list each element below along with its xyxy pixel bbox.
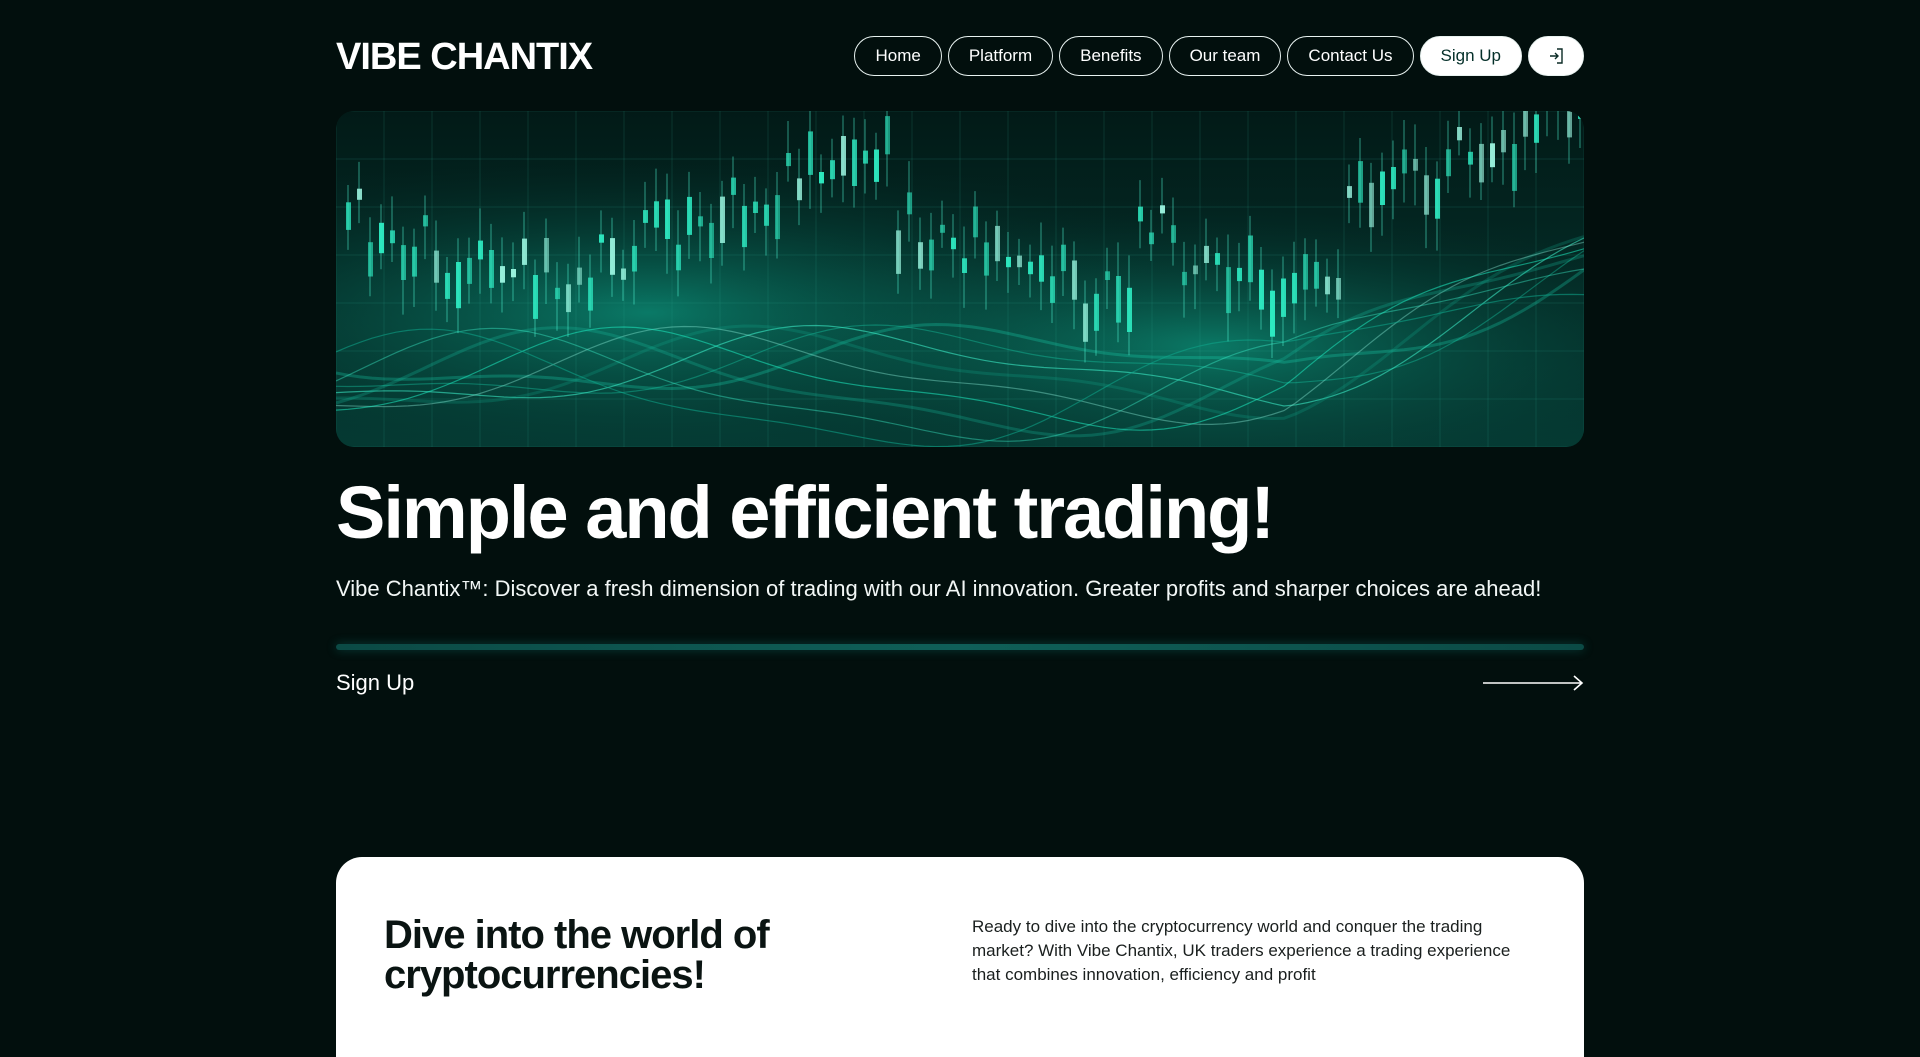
hero-title: Simple and efficient trading! bbox=[336, 471, 1275, 554]
nav-signup-button[interactable]: Sign Up bbox=[1419, 36, 1522, 76]
nav-contact-us[interactable]: Contact Us bbox=[1287, 36, 1414, 76]
nav-home[interactable]: Home bbox=[854, 36, 942, 76]
hero-image bbox=[336, 111, 1584, 447]
brand-logo[interactable]: VIBE CHANTIX bbox=[336, 36, 593, 78]
arrow-right-icon bbox=[1483, 675, 1584, 691]
login-icon bbox=[1550, 48, 1563, 64]
trading-chart-illustration bbox=[336, 111, 1584, 447]
nav-benefits[interactable]: Benefits bbox=[1059, 36, 1163, 76]
section-title: Dive into the world of cryptocurrencies! bbox=[384, 913, 770, 997]
nav-our-team[interactable]: Our team bbox=[1168, 36, 1282, 76]
hero-signup-link[interactable]: Sign Up bbox=[336, 666, 1584, 700]
hero-subtitle: Vibe Chantix™: Discover a fresh dimensio… bbox=[336, 576, 1542, 601]
intro-card: Dive into the world of cryptocurrencies!… bbox=[336, 857, 1584, 1057]
site-header: VIBE CHANTIX Home Platform Benefits Our … bbox=[336, 36, 1584, 78]
hero-divider bbox=[336, 644, 1584, 650]
hero-signup-label: Sign Up bbox=[336, 670, 415, 695]
section-text: Ready to dive into the cryptocurrency wo… bbox=[972, 917, 1511, 984]
login-button[interactable] bbox=[1528, 36, 1584, 76]
main-nav: Home Platform Benefits Our team Contact … bbox=[854, 36, 1584, 76]
nav-platform[interactable]: Platform bbox=[947, 36, 1054, 76]
